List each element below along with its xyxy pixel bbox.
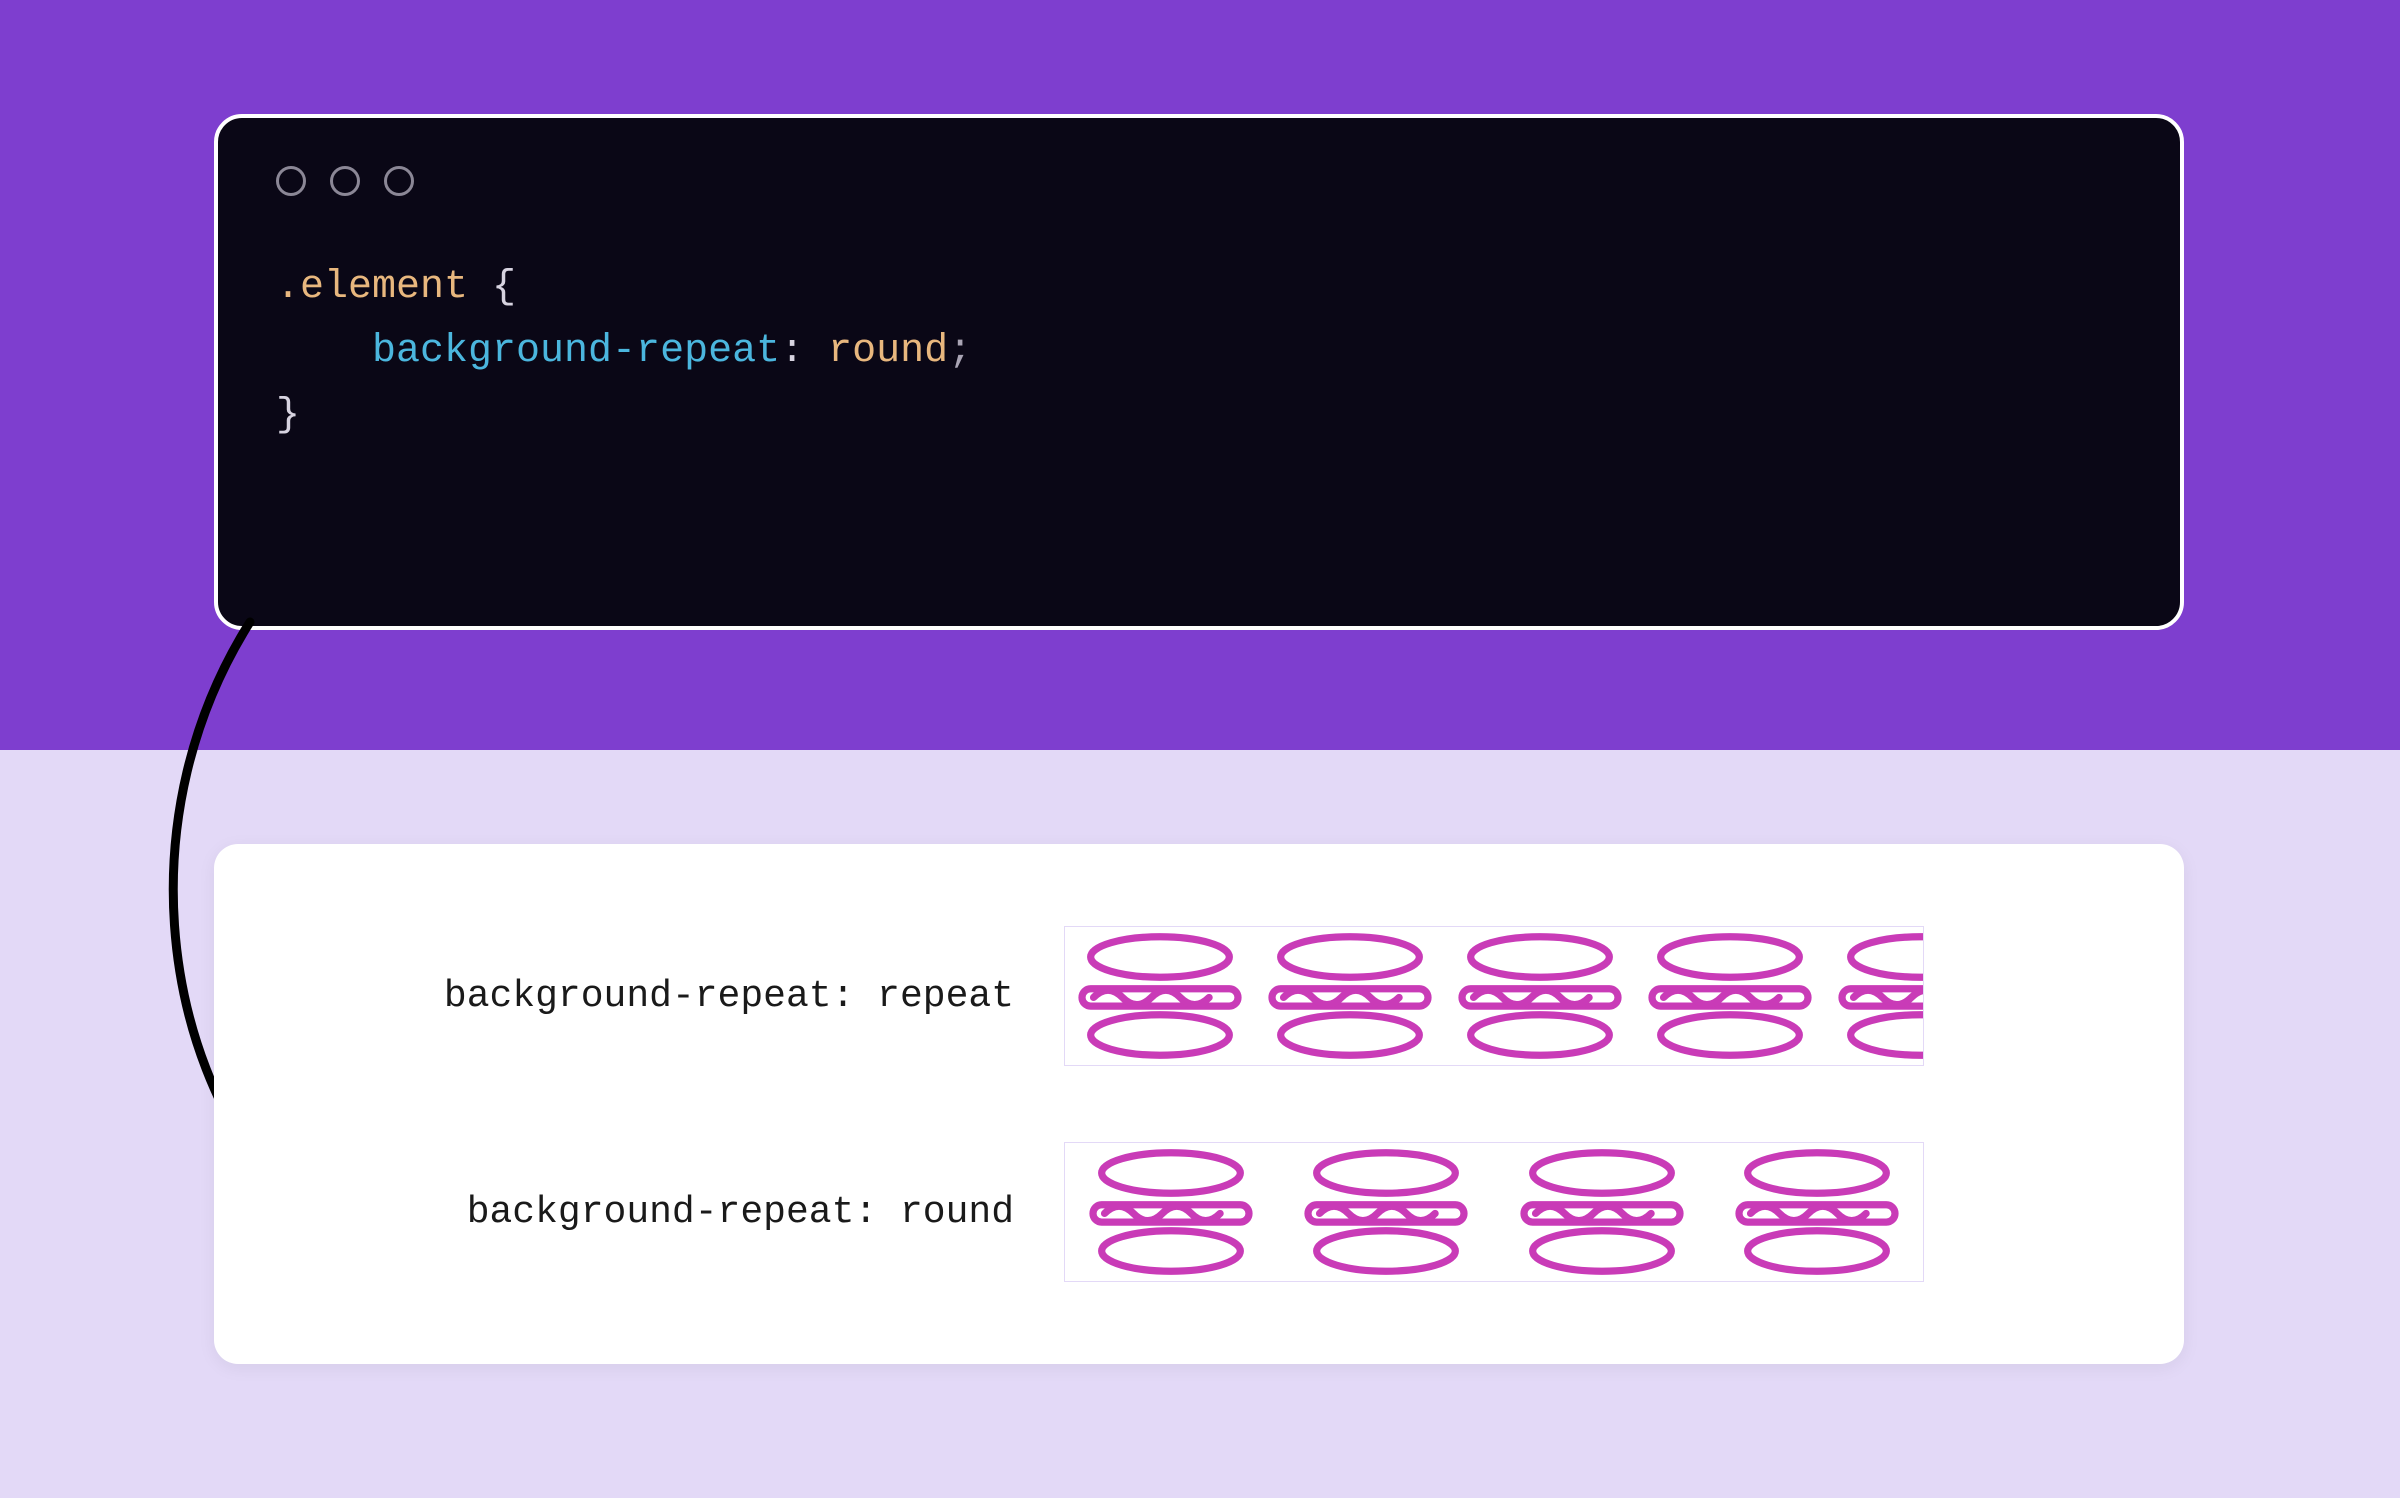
code-window: .element { background-repeat: round; } [214,114,2184,630]
burger-icon [1286,1147,1486,1277]
code-brace-open: { [468,265,516,310]
swatch-item [1286,1147,1486,1277]
swatch-item [1255,931,1445,1061]
code-semicolon: ; [948,329,972,374]
code-line-3: } [276,384,2122,448]
demo-card: background-repeat: repeat background-rep… [214,844,2184,1364]
demo-swatch-repeat [1064,926,1924,1066]
swatch-item [1445,931,1635,1061]
swatch-item [1502,1147,1702,1277]
swatch-item [1825,931,1924,1061]
window-dot-icon [330,166,360,196]
burger-icon [1502,1147,1702,1277]
swatch-item [1065,931,1255,1061]
demo-label-repeat: background-repeat: repeat [294,975,1014,1018]
code-brace-close: } [276,393,300,438]
burger-icon [1071,1147,1271,1277]
swatch-item [1635,931,1825,1061]
demo-row-round: background-repeat: round [294,1142,2104,1282]
burger-icon [1635,931,1825,1061]
swatch-item [1071,1147,1271,1277]
burger-icon [1445,931,1635,1061]
code-line-1: .element { [276,256,2122,320]
burger-icon [1825,931,1924,1061]
window-controls [276,166,2122,196]
demo-row-repeat: background-repeat: repeat [294,926,2104,1066]
code-selector: .element [276,265,468,310]
burger-icon [1255,931,1445,1061]
code-property: background-repeat [372,329,780,374]
code-indent [276,329,372,374]
window-dot-icon [276,166,306,196]
swatch-item [1717,1147,1917,1277]
demo-swatch-round [1064,1142,1924,1282]
code-value: round [828,329,948,374]
burger-icon [1065,931,1255,1061]
demo-label-round: background-repeat: round [294,1191,1014,1234]
burger-icon [1717,1147,1917,1277]
code-line-2: background-repeat: round; [276,320,2122,384]
window-dot-icon [384,166,414,196]
code-colon: : [780,329,828,374]
